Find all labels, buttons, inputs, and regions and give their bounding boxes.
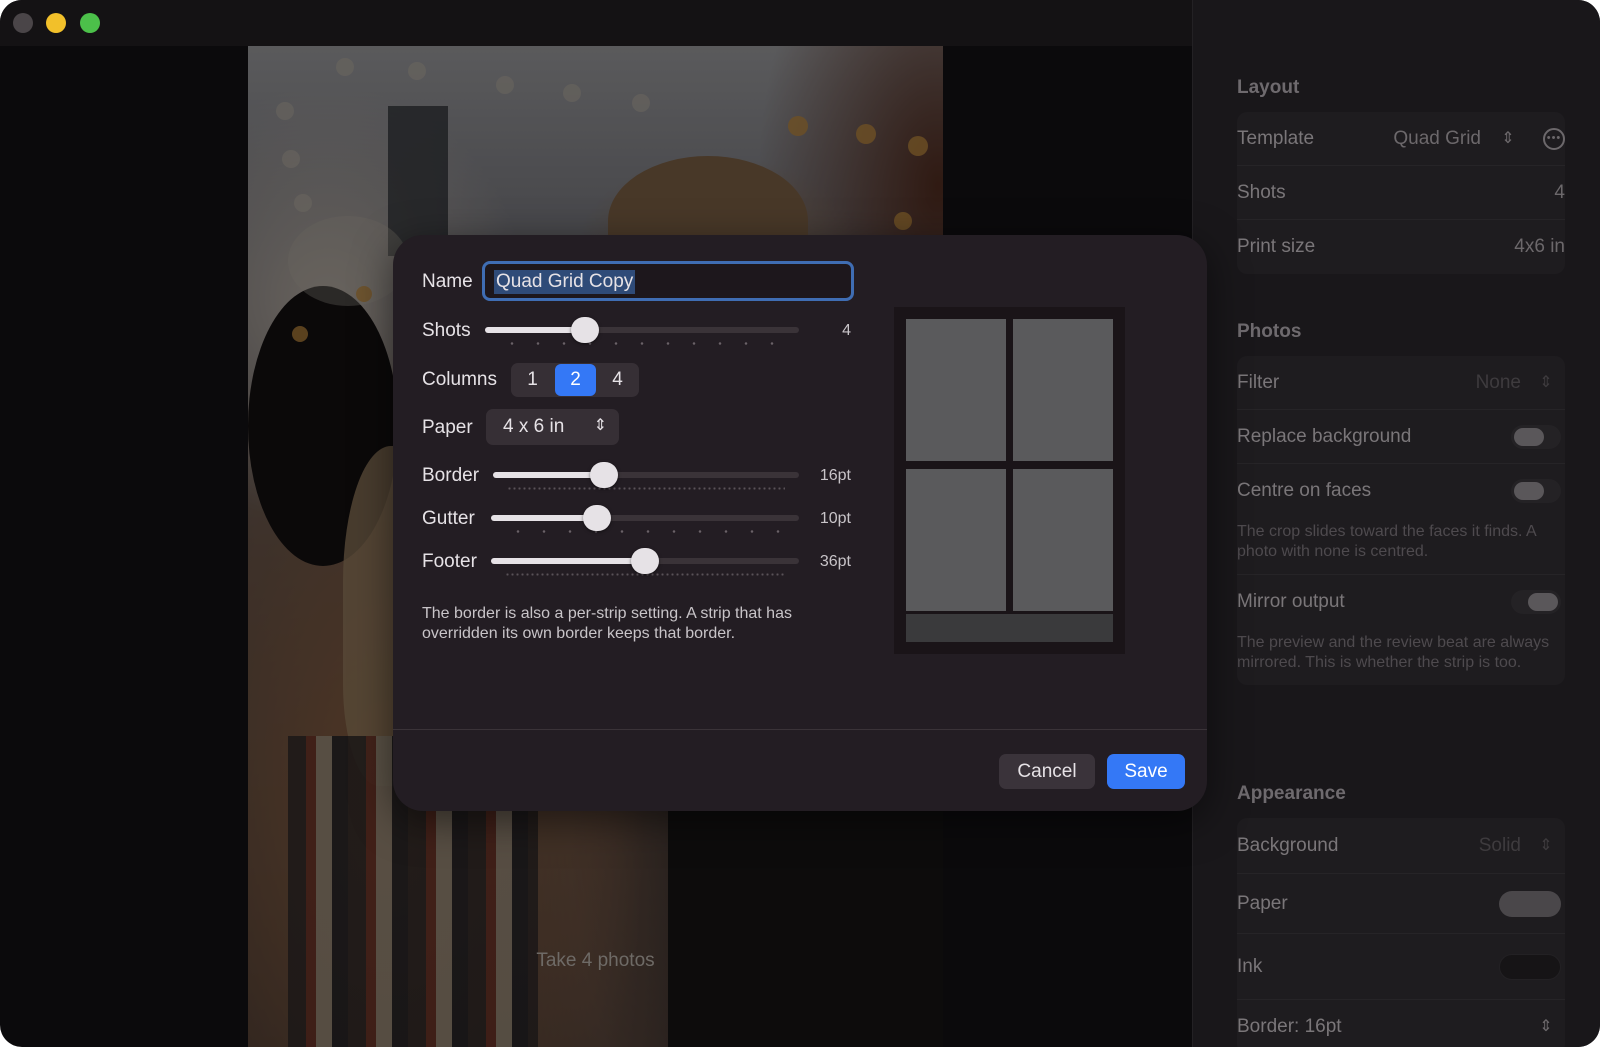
template-popup[interactable]: Quad Grid [1393, 128, 1481, 150]
footer-slider-label: Footer [422, 551, 477, 572]
border-slider-thumb[interactable] [590, 462, 619, 488]
mirror-output-label: Mirror output [1237, 591, 1345, 612]
paper-color-label: Paper [1237, 892, 1288, 914]
shots-slider[interactable] [485, 317, 799, 345]
layout-preview [894, 307, 1125, 654]
shots-slider-thumb[interactable] [570, 317, 599, 343]
border-slider-value: 16pt [819, 467, 851, 484]
minimize-window-button[interactable] [46, 13, 66, 33]
border-label: Border: 16pt [1237, 1016, 1342, 1037]
gutter-slider[interactable] [491, 505, 799, 533]
columns-option-2[interactable]: 2 [555, 364, 596, 396]
cancel-button[interactable]: Cancel [999, 754, 1095, 789]
footer-slider-value: 36pt [819, 553, 851, 570]
centre-on-faces-label: Centre on faces [1237, 480, 1372, 501]
preview-cell [1013, 319, 1113, 461]
columns-option-1[interactable]: 1 [512, 364, 553, 396]
border-help-text: The border is also a per-strip setting. … [422, 605, 792, 642]
footer-slider[interactable] [491, 548, 799, 576]
paper-color-well[interactable] [1499, 890, 1561, 917]
appearance-section-title: Appearance [1237, 783, 1346, 804]
more-options-icon[interactable]: ••• [1543, 127, 1565, 150]
border-slider[interactable] [493, 462, 799, 490]
name-field-value[interactable]: Quad Grid Copy [494, 270, 636, 294]
take-photos-prompt[interactable]: Take 4 photos [248, 950, 943, 972]
border-stepper[interactable]: ⇕ [1537, 1015, 1555, 1039]
paper-label: Paper [422, 417, 473, 438]
filter-row: Filter None ⇕ [1237, 356, 1565, 410]
title-bar [0, 0, 1192, 46]
filter-label: Filter [1237, 371, 1280, 393]
shots-slider-value: 4 [842, 322, 851, 339]
chevron-up-down-icon[interactable]: ⇕ [1537, 371, 1555, 395]
footer-slider-thumb[interactable] [631, 548, 659, 574]
name-label: Name [422, 271, 473, 292]
preview-cell [906, 469, 1006, 611]
replace-background-toggle[interactable] [1511, 424, 1561, 449]
photos-group: Filter None ⇕ Replace background Centre … [1237, 356, 1565, 685]
background-popup[interactable]: Solid [1479, 835, 1521, 857]
shots-label: Shots [1237, 181, 1286, 203]
paper-size-popup[interactable]: 4 x 6 in ⇕ [486, 409, 619, 445]
ink-color-row: Ink [1237, 934, 1565, 1000]
columns-option-4[interactable]: 4 [597, 364, 638, 396]
save-button[interactable]: Save [1107, 754, 1185, 789]
paper-size-value: 4 x 6 in [503, 416, 565, 437]
replace-background-row: Replace background [1237, 410, 1565, 464]
border-row: Border: 16pt ⇕ [1237, 1000, 1565, 1047]
centre-on-faces-row: Centre on faces The crop slides toward t… [1237, 464, 1565, 575]
gutter-slider-label: Gutter [422, 508, 475, 529]
preview-cell [1013, 469, 1113, 611]
layout-section-title: Layout [1237, 77, 1300, 98]
shots-slider-label: Shots [422, 320, 471, 341]
paper-color-row: Paper [1237, 874, 1565, 934]
print-size-label: Print size [1237, 236, 1316, 257]
ink-color-well[interactable] [1499, 953, 1561, 980]
name-field[interactable]: Quad Grid Copy [482, 261, 854, 301]
mirror-output-toggle[interactable] [1511, 590, 1561, 614]
dialog-divider [393, 729, 1207, 730]
filter-popup[interactable]: None [1476, 372, 1521, 394]
print-size-row: Print size 4x6 in [1237, 220, 1565, 274]
preview-cell [906, 319, 1006, 461]
replace-background-label: Replace background [1237, 425, 1412, 447]
mirror-output-row: Mirror output The preview and the review… [1237, 575, 1565, 685]
maximize-window-button[interactable] [80, 13, 100, 33]
template-label: Template [1237, 127, 1315, 149]
photos-section-title: Photos [1237, 321, 1302, 342]
columns-segmented-control: 1 2 4 [511, 363, 639, 397]
settings-sidebar: Layout Template Quad Grid ⇕ ••• Shots 4 … [1192, 0, 1600, 1047]
gutter-slider-thumb[interactable] [583, 505, 612, 531]
background-row: Background Solid ⇕ [1237, 818, 1565, 874]
app-window: Take 4 photos Layout Template Quad Grid … [0, 0, 1600, 1047]
centre-on-faces-note: The crop slides toward the faces it find… [1237, 523, 1536, 560]
shots-row: Shots 4 [1237, 166, 1565, 220]
chevron-up-down-icon: ⇕ [593, 417, 607, 434]
chevron-up-down-icon[interactable]: ⇕ [1537, 834, 1555, 858]
shots-value: 4 [1554, 181, 1565, 203]
border-slider-label: Border [422, 465, 480, 486]
print-size-value: 4x6 in [1514, 236, 1565, 257]
preview-footer [906, 614, 1113, 642]
columns-label: Columns [422, 369, 497, 390]
background-label: Background [1237, 834, 1339, 856]
template-row: Template Quad Grid ⇕ ••• [1237, 112, 1565, 166]
chevron-up-down-icon[interactable]: ⇕ [1499, 127, 1517, 151]
mirror-output-note: The preview and the review beat are alwa… [1237, 634, 1550, 671]
close-window-button[interactable] [13, 13, 33, 33]
ink-color-label: Ink [1237, 955, 1263, 977]
gutter-slider-value: 10pt [819, 510, 851, 527]
edit-template-dialog: Name Quad Grid Copy Shots 4 Columns 1 2 … [393, 235, 1207, 811]
layout-group: Template Quad Grid ⇕ ••• Shots 4 Print s… [1237, 112, 1565, 274]
centre-on-faces-toggle[interactable] [1511, 479, 1561, 503]
appearance-group: Background Solid ⇕ Paper Ink Border: 16p… [1237, 818, 1565, 1047]
